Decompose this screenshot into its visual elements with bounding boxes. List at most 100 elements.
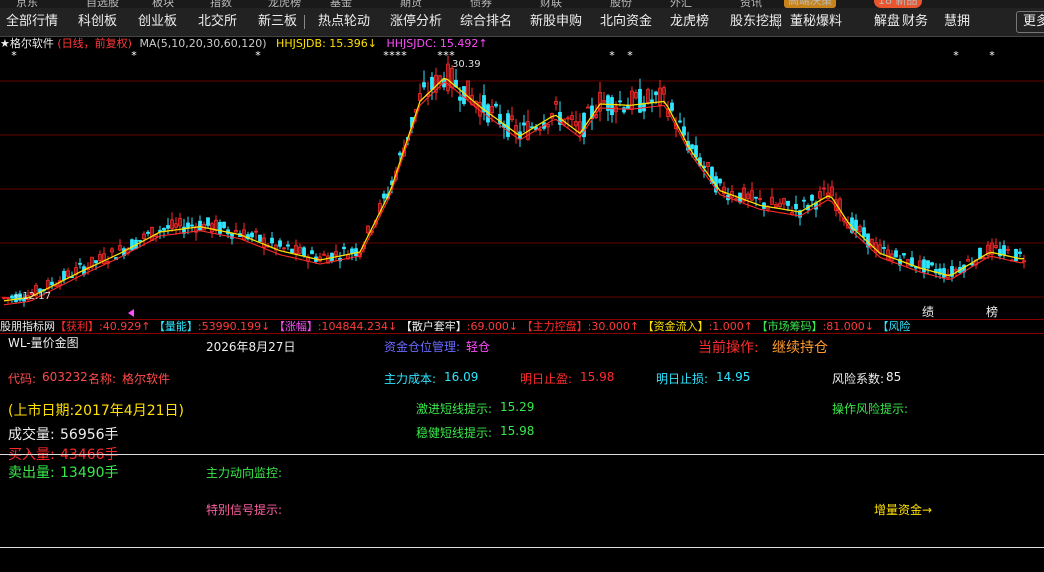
chart-header: ★格尔软件 (日线，前复权) MA(5,10,20,30,60,120) HHJ… bbox=[0, 37, 488, 51]
nav-item[interactable]: 董秘爆料 bbox=[790, 8, 842, 36]
candle-body bbox=[754, 196, 758, 199]
candle-body bbox=[198, 220, 202, 231]
candle-body bbox=[690, 144, 694, 150]
promo-new-button[interactable]: 18 新品 bbox=[874, 0, 922, 8]
top-strip-item[interactable]: 资讯 bbox=[740, 0, 762, 8]
candle-body bbox=[810, 194, 814, 201]
candle-body bbox=[138, 239, 142, 242]
high-label: 30.39 bbox=[452, 59, 481, 70]
nav-item[interactable]: 综合排名 bbox=[460, 8, 512, 36]
top-strip-item[interactable]: 板块 bbox=[152, 0, 174, 8]
risk-value: 85 bbox=[886, 370, 902, 384]
candle-body bbox=[926, 260, 930, 269]
kline-chart[interactable]: * * * * * * * * * * * * * *30.39←12.17绩榜 bbox=[0, 51, 1044, 321]
cost-value: 16.09 bbox=[444, 370, 479, 384]
candle-body bbox=[942, 268, 946, 278]
top-quick-strip: 京东自选股板块指数龙虎榜基金期货债券财联股份外汇资讯通达信高端决策18 新品 bbox=[0, 0, 1044, 8]
op-risk-label: 操作风险提示: bbox=[832, 402, 909, 416]
more-button[interactable]: 更多 bbox=[1016, 11, 1044, 33]
candle-body bbox=[1002, 245, 1006, 256]
nav-item[interactable]: 热点轮动 bbox=[318, 8, 370, 36]
fund-mgmt-label: 资金仓位管理: bbox=[384, 340, 461, 354]
nav-item[interactable]: 北向资金 bbox=[600, 8, 652, 36]
candle-body bbox=[258, 234, 262, 242]
name-value: 格尔软件 bbox=[122, 372, 171, 386]
candle-body bbox=[670, 102, 674, 111]
top-strip-item[interactable]: 股份 bbox=[610, 0, 632, 8]
top-strip-item[interactable]: 财联 bbox=[540, 0, 562, 8]
top-strip-item[interactable]: 京东 bbox=[16, 0, 38, 8]
indicator-key: 【风险 bbox=[877, 320, 911, 333]
nav-item[interactable]: 科创板 bbox=[78, 8, 117, 36]
candle-body bbox=[650, 99, 654, 103]
candle-body bbox=[430, 76, 434, 90]
volume-label: 成交量: bbox=[8, 427, 55, 443]
top-strip-item[interactable]: 债券 bbox=[470, 0, 492, 8]
nav-item[interactable]: 涨停分析 bbox=[390, 8, 442, 36]
nav-item[interactable]: 新股申购 bbox=[530, 8, 582, 36]
nav-item[interactable]: 慧拥 bbox=[944, 8, 970, 36]
candle-body bbox=[186, 222, 190, 228]
promo-gaoduan-button[interactable]: 高端决策 bbox=[784, 0, 836, 8]
wl-price-volume-panel: WL-量价金图 2026年8月27日 资金仓位管理: 轻仓 当前操作: 继续持仓… bbox=[0, 333, 1044, 572]
indicator-key: 【散户套牢】 bbox=[400, 320, 467, 333]
nav-item[interactable]: 股东挖掘 bbox=[730, 8, 782, 36]
candle-body bbox=[622, 107, 626, 113]
nav-item[interactable]: 全部行情 bbox=[6, 8, 58, 36]
candle-body bbox=[218, 222, 222, 234]
candle-body bbox=[902, 253, 906, 256]
hhjsjdc-value: HHJSJDC: 15.492↑ bbox=[386, 37, 488, 50]
top-strip-item[interactable]: 龙虎榜 bbox=[268, 0, 301, 8]
candle-body bbox=[350, 248, 354, 254]
candle-body bbox=[462, 86, 466, 105]
divider-line bbox=[0, 454, 1044, 455]
signal-marker: * bbox=[401, 51, 407, 62]
indicator-value: :53990.199↓ bbox=[197, 320, 274, 333]
ma-line-yellow bbox=[3, 77, 1024, 302]
nav-item[interactable]: 新三板 bbox=[258, 8, 297, 36]
top-strip-item[interactable]: 期货 bbox=[400, 0, 422, 8]
candle-body bbox=[506, 113, 510, 137]
nav-item[interactable]: 财务 bbox=[902, 8, 928, 36]
candle-body bbox=[398, 152, 402, 156]
top-strip-item[interactable]: 外汇 bbox=[670, 0, 692, 8]
indicator-value: :1.000↑ bbox=[708, 320, 757, 333]
stop-loss-label: 明日止损: bbox=[656, 372, 709, 386]
period-label[interactable]: (日线，前复权) bbox=[57, 37, 132, 50]
indicator-prefix: 股朋指标网 bbox=[0, 320, 55, 333]
nav-item[interactable]: 创业板 bbox=[138, 8, 177, 36]
ma-line-red bbox=[3, 81, 1024, 306]
signal-marker: * bbox=[131, 51, 137, 62]
nav-item[interactable]: 解盘 bbox=[874, 8, 900, 36]
indicator-value: :30.000↑ bbox=[587, 320, 643, 333]
candle-body bbox=[930, 262, 934, 266]
candle-body bbox=[494, 103, 498, 107]
signal-marker: * bbox=[627, 51, 633, 62]
candle-body bbox=[522, 122, 526, 126]
top-strip-item[interactable]: 指数 bbox=[210, 0, 232, 8]
nav-item[interactable]: 北交所 bbox=[198, 8, 237, 36]
indicator-value: :104844.234↓ bbox=[317, 320, 401, 333]
candle-body bbox=[458, 96, 462, 101]
candle-body bbox=[270, 237, 274, 244]
indicator-strip: 股朋指标网【获利】:40.929↑ 【量能】:53990.199↓ 【涨幅】:1… bbox=[0, 319, 1044, 334]
candle-body bbox=[618, 100, 622, 103]
candle-body bbox=[422, 82, 426, 88]
stock-title[interactable]: ★格尔软件 bbox=[0, 37, 54, 50]
top-strip-item[interactable]: 自选股 bbox=[86, 0, 119, 8]
candle-body bbox=[882, 247, 886, 249]
name-label: 名称: bbox=[88, 372, 117, 386]
candle-body bbox=[786, 200, 790, 206]
indicator-value: :81.000↓ bbox=[822, 320, 878, 333]
indicator-value: :69.000↓ bbox=[466, 320, 522, 333]
stop-loss-value: 14.95 bbox=[716, 370, 751, 384]
zengliang-label: 增量资金→ bbox=[874, 503, 933, 517]
candle-body bbox=[382, 193, 386, 199]
nav-item[interactable]: 龙虎榜 bbox=[670, 8, 709, 36]
code-label: 代码: bbox=[8, 372, 37, 386]
risk-label: 风险系数: bbox=[832, 372, 885, 386]
candle-body bbox=[794, 203, 798, 210]
top-strip-item[interactable]: 基金 bbox=[330, 0, 352, 8]
low-label: ←12.17 bbox=[14, 291, 51, 302]
candle-body bbox=[78, 262, 82, 265]
